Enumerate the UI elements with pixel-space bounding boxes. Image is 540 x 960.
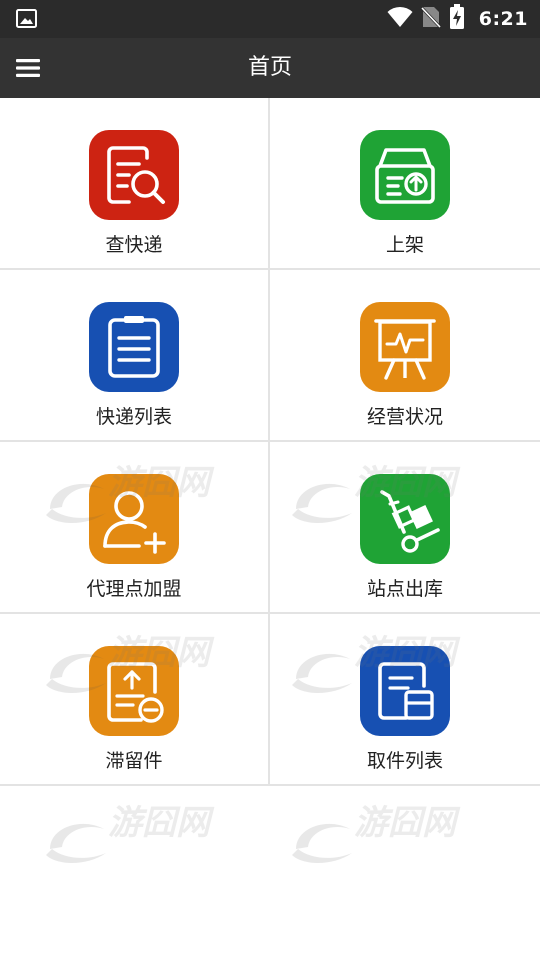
- tile-express-list[interactable]: 快递列表: [0, 270, 270, 442]
- tile-label: 代理点加盟: [86, 578, 182, 600]
- clock-time: 6:21: [478, 8, 528, 30]
- tile-site-outbound[interactable]: 站点出库: [270, 442, 540, 614]
- wifi-icon: [387, 6, 413, 32]
- tile-label: 滞留件: [105, 750, 163, 772]
- tile-label: 快递列表: [95, 406, 172, 428]
- tile-retained-items[interactable]: 滞留件: [0, 614, 270, 786]
- app-bar: 首页: [0, 38, 540, 98]
- hand-truck-icon: [360, 474, 450, 564]
- watermark-text: 游囧网: [354, 803, 456, 843]
- box-upload-icon: [360, 130, 450, 220]
- tile-label: 经营状况: [366, 406, 443, 428]
- function-grid: 查快递 上架 快递列表 经营状况 代理点加盟 站点出库 滞留件 取件列表: [0, 98, 540, 786]
- tile-pickup-list[interactable]: 取件列表: [270, 614, 540, 786]
- status-icons: 6:21: [387, 0, 528, 38]
- user-add-icon: [89, 474, 179, 564]
- tile-label: 上架: [385, 234, 424, 256]
- tile-agent-join[interactable]: 代理点加盟: [0, 442, 270, 614]
- tile-label: 站点出库: [366, 578, 443, 600]
- search-document-icon: [89, 130, 179, 220]
- tile-shelve[interactable]: 上架: [270, 98, 540, 270]
- page-title: 首页: [247, 55, 292, 80]
- document-box-icon: [360, 646, 450, 736]
- status-bar: 6:21: [0, 0, 540, 38]
- chart-board-icon: [360, 302, 450, 392]
- watermark: 游囧网: [42, 795, 252, 875]
- document-upload-minus-icon: [89, 646, 179, 736]
- clipboard-list-icon: [89, 302, 179, 392]
- no-sim-icon: [420, 5, 441, 33]
- tile-label: 查快递: [105, 234, 163, 256]
- watermark: 游囧网: [288, 795, 498, 875]
- tile-query-express[interactable]: 查快递: [0, 98, 270, 270]
- tile-label: 取件列表: [366, 750, 443, 772]
- battery-charging-icon: [449, 4, 465, 34]
- image-icon: [16, 9, 37, 28]
- tile-business-status[interactable]: 经营状况: [270, 270, 540, 442]
- watermark-text: 游囧网: [108, 803, 210, 843]
